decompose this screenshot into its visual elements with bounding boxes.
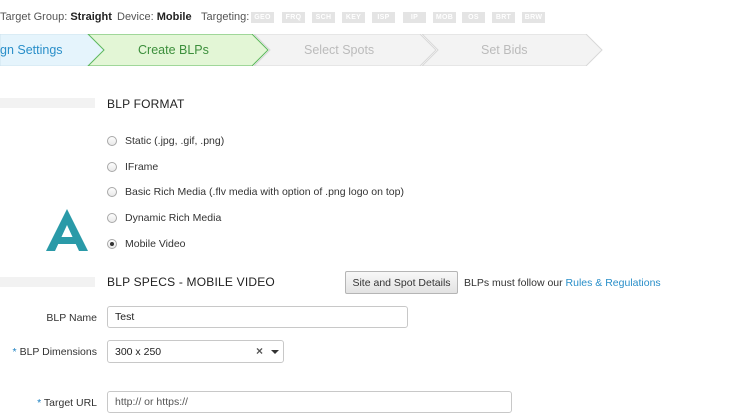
blp-dimensions-label: * BLP Dimensions bbox=[13, 346, 97, 358]
target-url-input[interactable] bbox=[107, 391, 512, 413]
wizard-steps-shapes bbox=[0, 34, 603, 66]
wizard-steps: gn Settings Create BLPs Select Spots Set… bbox=[0, 34, 750, 66]
rules-notice-text: BLPs must follow our bbox=[464, 277, 563, 289]
rules-regulations-link[interactable]: Rules & Regulations bbox=[566, 277, 661, 289]
blp-format-title: BLP FORMAT bbox=[107, 97, 185, 111]
blp-name-label: BLP Name bbox=[46, 312, 97, 324]
targeting-tag-ip: IP bbox=[403, 12, 426, 23]
required-mark-dimensions: * bbox=[12, 346, 17, 358]
targeting-tag-geo: GEO bbox=[251, 12, 274, 23]
format-option-iframe[interactable]: IFrame bbox=[107, 159, 158, 175]
format-option-basic-rich-media[interactable]: Basic Rich Media (.flv media with option… bbox=[107, 184, 404, 200]
step-campaign-settings[interactable]: gn Settings bbox=[0, 43, 63, 57]
targeting-tag-sch: SCH bbox=[312, 12, 335, 23]
targeting-tag-brw: BRW bbox=[522, 12, 545, 23]
radio-iframe[interactable] bbox=[107, 162, 117, 172]
brand-logo-icon bbox=[46, 209, 88, 251]
section-divider-specs bbox=[0, 277, 95, 287]
targeting-tag-mob: MOB bbox=[433, 12, 456, 23]
clear-selection-icon[interactable]: × bbox=[256, 344, 263, 358]
radio-label-mobile-video: Mobile Video bbox=[125, 238, 186, 250]
step-set-bids[interactable]: Set Bids bbox=[481, 43, 528, 57]
targeting-label: Targeting: bbox=[201, 11, 250, 23]
format-option-dynamic-rich-media[interactable]: Dynamic Rich Media bbox=[107, 210, 221, 226]
format-option-static[interactable]: Static (.jpg, .gif, .png) bbox=[107, 133, 224, 149]
blp-dimensions-label-text: BLP Dimensions bbox=[19, 346, 97, 358]
device-label: Device: bbox=[117, 11, 154, 23]
device-info: Device: Mobile bbox=[117, 11, 192, 23]
campaign-summary-bar: Target Group: Straight Device: Mobile Ta… bbox=[0, 0, 750, 34]
targeting-tag-key: KEY bbox=[342, 12, 365, 23]
blp-specs-title: BLP SPECS - MOBILE VIDEO bbox=[107, 275, 275, 289]
step-select-spots[interactable]: Select Spots bbox=[304, 43, 374, 57]
targeting-tag-isp: ISP bbox=[372, 12, 395, 23]
target-group-value: Straight bbox=[70, 11, 112, 23]
blp-dimensions-value: 300 x 250 bbox=[115, 346, 162, 358]
target-group-info: Target Group: Straight bbox=[0, 11, 112, 23]
chevron-down-icon[interactable] bbox=[271, 350, 279, 354]
section-divider-format bbox=[0, 98, 95, 108]
radio-basic-rich-media[interactable] bbox=[107, 187, 117, 197]
targeting-tag-brt: BRT bbox=[492, 12, 515, 23]
step-create-blps[interactable]: Create BLPs bbox=[138, 43, 209, 57]
format-option-mobile-video[interactable]: Mobile Video bbox=[107, 236, 186, 252]
target-url-label: * Target URL bbox=[37, 397, 97, 409]
radio-dynamic-rich-media[interactable] bbox=[107, 213, 117, 223]
device-value: Mobile bbox=[156, 11, 192, 23]
radio-static[interactable] bbox=[107, 136, 117, 146]
targeting-tag-os: OS bbox=[462, 12, 485, 23]
blp-name-input[interactable] bbox=[107, 306, 408, 328]
target-group-label: Target Group: bbox=[0, 11, 68, 23]
required-mark-url: * bbox=[37, 397, 42, 409]
target-url-label-text: Target URL bbox=[43, 397, 97, 409]
rules-notice: BLPs must follow our Rules & Regulations bbox=[464, 277, 661, 289]
targeting-tag-frq: FRQ bbox=[282, 12, 305, 23]
radio-label-static: Static (.jpg, .gif, .png) bbox=[125, 135, 225, 147]
blp-dimensions-select[interactable]: 300 x 250 × bbox=[107, 340, 284, 363]
blp-name-label-text: BLP Name bbox=[46, 312, 97, 324]
site-spot-details-button[interactable]: Site and Spot Details bbox=[345, 271, 458, 294]
radio-label-basic-rich-media: Basic Rich Media (.flv media with option… bbox=[125, 186, 404, 198]
radio-label-dynamic-rich-media: Dynamic Rich Media bbox=[125, 212, 222, 224]
radio-label-iframe: IFrame bbox=[125, 161, 159, 173]
radio-mobile-video[interactable] bbox=[107, 239, 117, 249]
